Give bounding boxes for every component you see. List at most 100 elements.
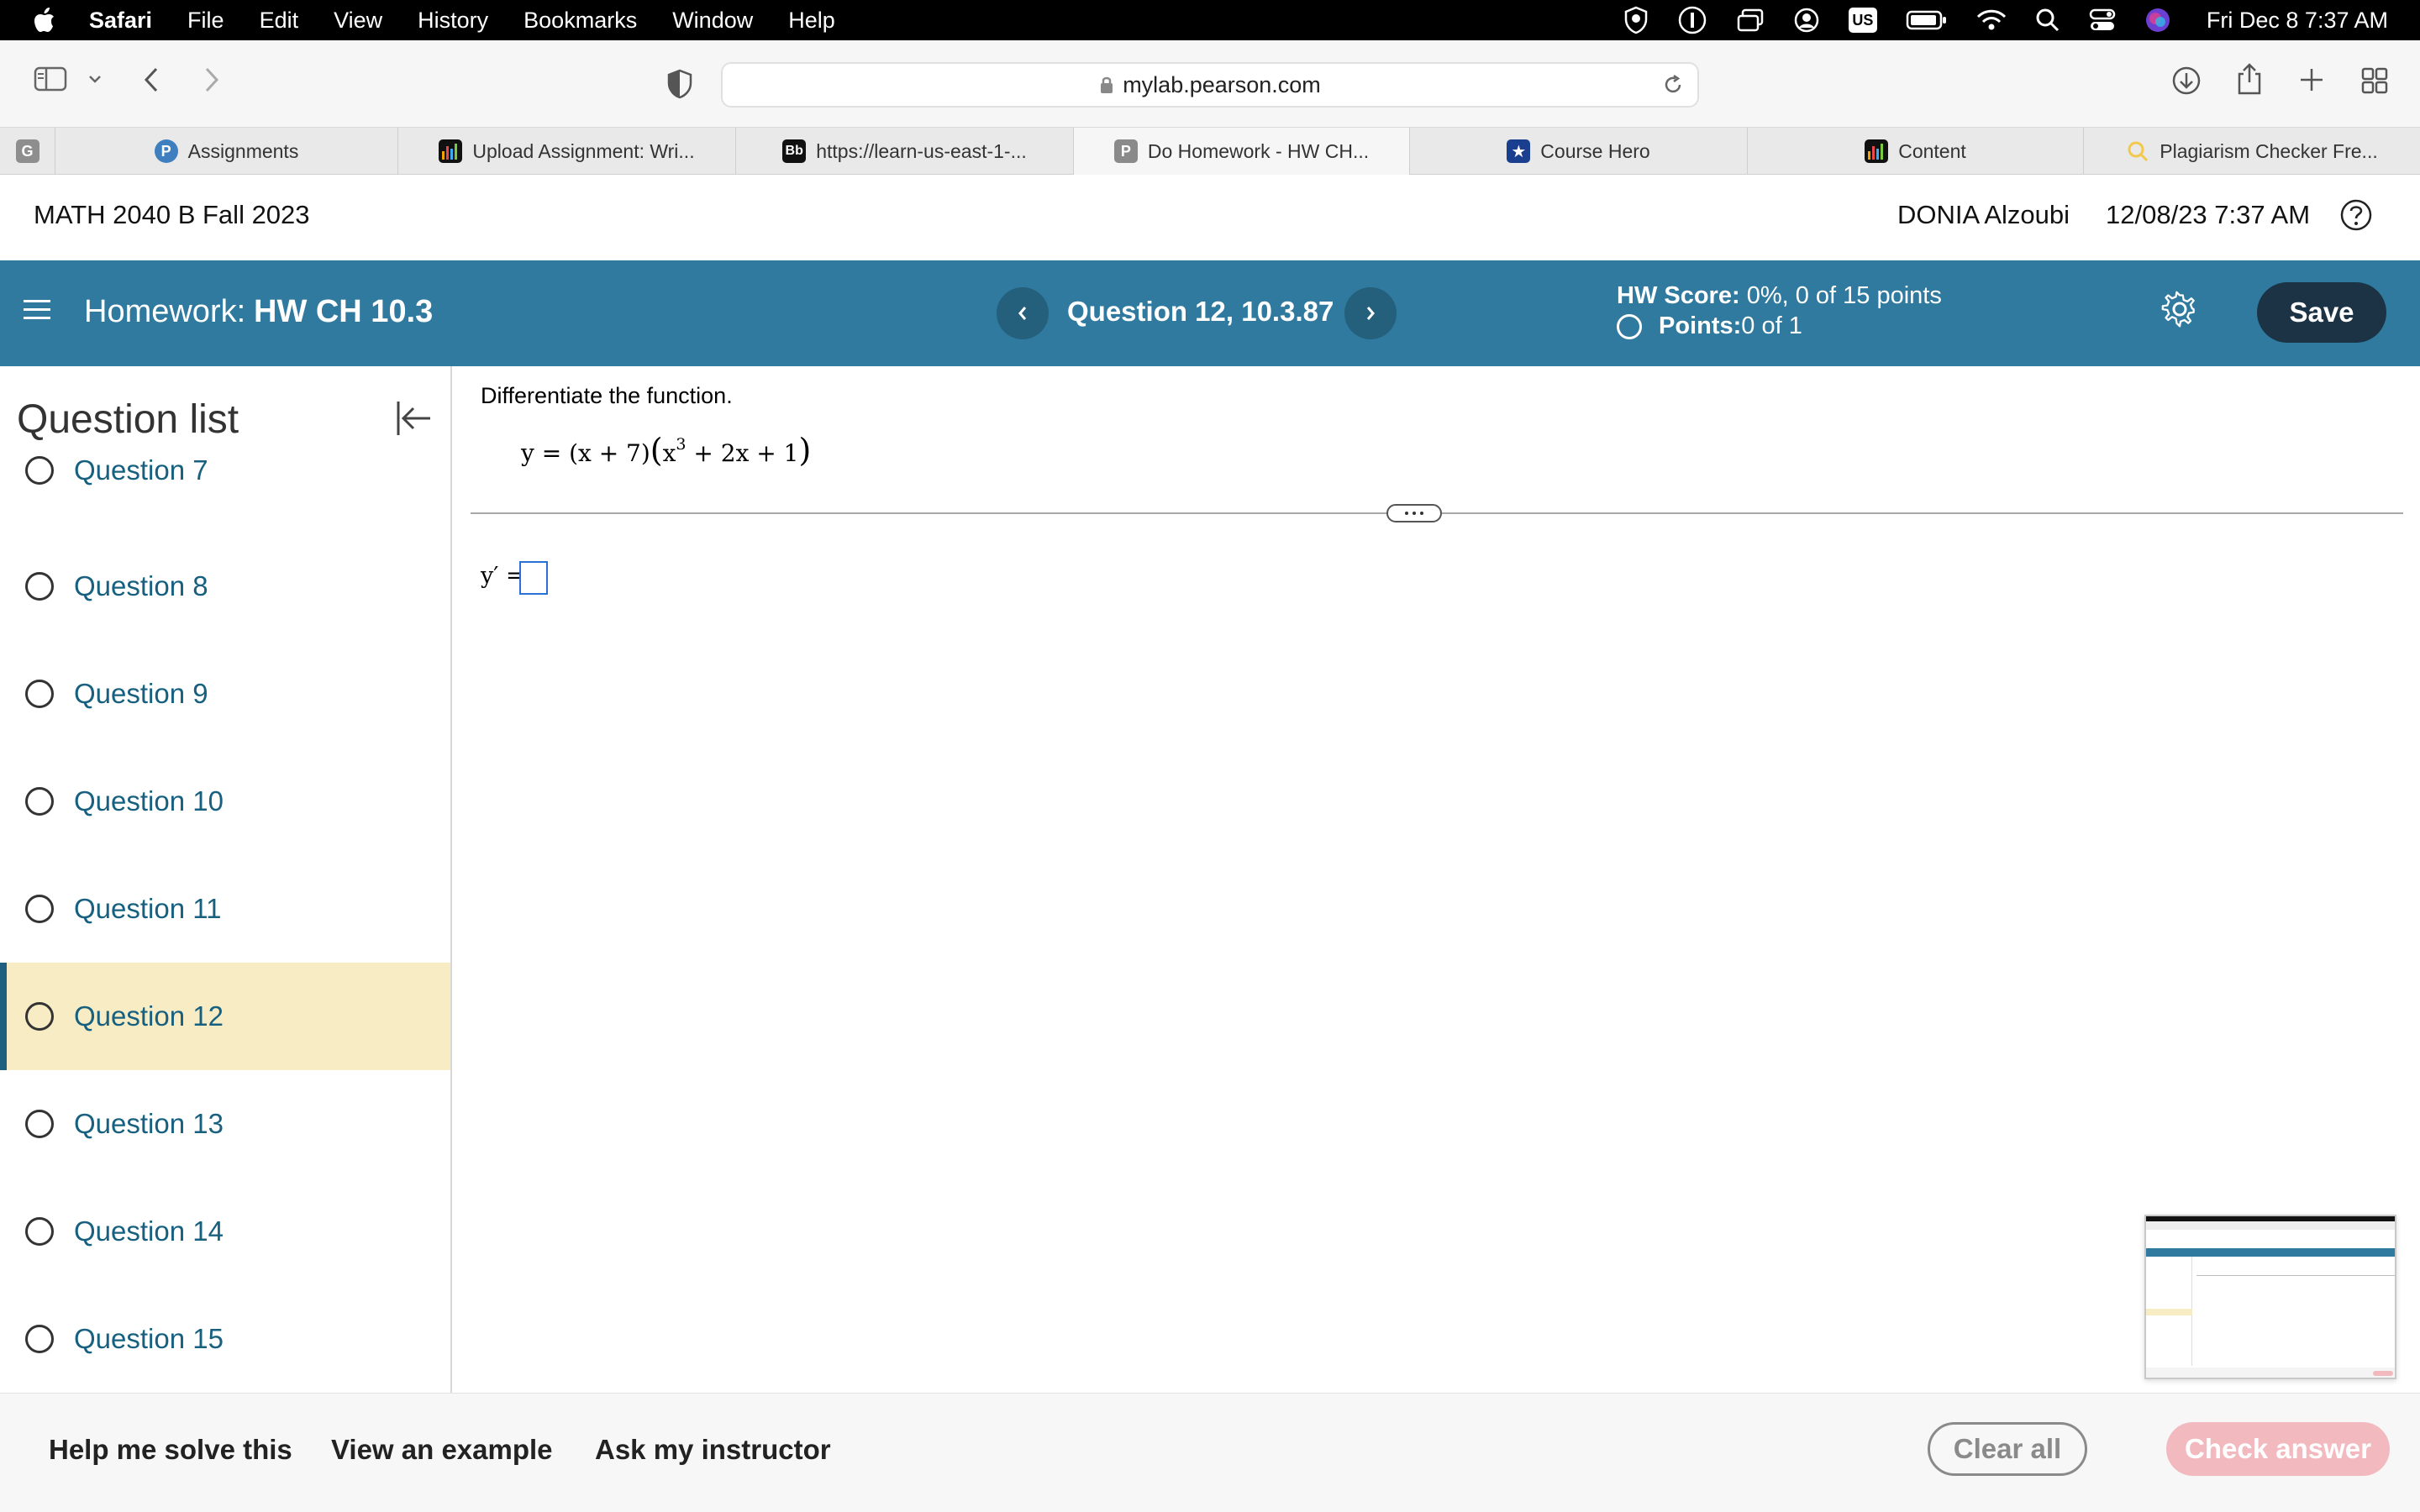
tab-assignments[interactable]: P Assignments (55, 128, 398, 175)
siri-icon[interactable] (2144, 7, 2171, 34)
question-item-10[interactable]: Question 10 (0, 748, 450, 855)
homework-name: HW CH 10.3 (254, 294, 434, 329)
menu-help[interactable]: Help (788, 8, 835, 34)
tab-upload-assignment[interactable]: Upload Assignment: Wri... (398, 128, 736, 175)
privacy-shield-icon[interactable] (667, 69, 692, 99)
equation-open-paren: ( (650, 432, 663, 469)
url-text: mylab.pearson.com (1123, 71, 1321, 97)
help-question-icon[interactable] (2339, 198, 2373, 236)
next-question-button[interactable] (1344, 287, 1397, 339)
homework-bar: Homework: HW CH 10.3 Question 12, 10.3.8… (0, 260, 2420, 366)
menu-app-safari[interactable]: Safari (89, 8, 152, 34)
question-item-13[interactable]: Question 13 (0, 1070, 450, 1178)
question-item-8[interactable]: Question 8 (0, 533, 450, 640)
points-value: 0 of 1 (1741, 312, 1802, 339)
check-answer-button[interactable]: Check answer (2166, 1422, 2390, 1476)
question-status-circle-icon (25, 456, 54, 485)
battery-icon[interactable] (1906, 9, 1948, 31)
one-password-icon[interactable] (1677, 5, 1707, 35)
course-title[interactable]: MATH 2040 B Fall 2023 (34, 200, 310, 230)
user-account-icon[interactable] (1793, 7, 1820, 34)
question-status-circle-icon (25, 1217, 54, 1246)
macos-menubar: Safari File Edit View History Bookmarks … (0, 0, 2420, 40)
wifi-icon[interactable] (1976, 8, 2007, 32)
user-name: DONIA Alzoubi (1897, 200, 2070, 229)
forward-arrow-icon[interactable] (202, 66, 222, 94)
question-item-label: Question 11 (74, 893, 222, 924)
question-status-circle-icon (25, 895, 54, 923)
menu-file[interactable]: File (187, 8, 224, 34)
answer-input-box[interactable] (519, 561, 548, 595)
settings-gear-icon[interactable] (2161, 291, 2198, 332)
address-bar[interactable]: mylab.pearson.com (721, 62, 1699, 108)
downloads-icon[interactable] (2171, 66, 2202, 96)
spotlight-search-icon[interactable] (2035, 8, 2060, 33)
question-item-label: Question 9 (74, 678, 208, 709)
input-source-badge[interactable]: US (1848, 8, 1877, 33)
ask-instructor-button[interactable]: Ask my instructor (595, 1434, 831, 1466)
collapse-sidebar-icon[interactable] (393, 398, 434, 443)
save-button[interactable]: Save (2257, 282, 2386, 343)
screen-mirroring-icon[interactable] (1736, 8, 1765, 33)
tab-overview-icon[interactable] (2361, 67, 2388, 94)
tab-do-homework[interactable]: P Do Homework - HW CH... (1074, 128, 1410, 175)
menu-edit[interactable]: Edit (260, 8, 299, 34)
points-status: Points: 0 of 1 (1617, 312, 1802, 340)
menu-window[interactable]: Window (672, 8, 753, 34)
course-hero-favicon-icon: ★ (1507, 139, 1531, 163)
chevron-left-icon (1018, 307, 1027, 320)
question-item-12-current[interactable]: Question 12 (0, 963, 450, 1070)
hw-score-label: HW Score: (1617, 282, 1740, 309)
chevron-down-icon[interactable] (87, 72, 103, 86)
view-example-button[interactable]: View an example (331, 1434, 553, 1466)
sidebar-toggle-icon[interactable] (34, 66, 67, 92)
question-item-15[interactable]: Question 15 (0, 1285, 450, 1393)
question-instruction: Differentiate the function. (481, 383, 733, 408)
menubar-clock[interactable]: Fri Dec 8 7:37 AM (2207, 8, 2388, 34)
question-item-11[interactable]: Question 11 (0, 855, 450, 963)
equation-exponent: 3 (676, 434, 687, 454)
new-tab-plus-icon[interactable] (2299, 67, 2324, 92)
magnifier-favicon-icon (2126, 139, 2149, 163)
hamburger-menu-icon[interactable] (24, 297, 50, 327)
tab-label: Do Homework - HW CH... (1147, 139, 1370, 162)
question-item-label: Question 15 (74, 1323, 224, 1354)
google-favicon-icon: G (15, 139, 39, 163)
apple-icon[interactable] (34, 0, 67, 40)
reload-icon[interactable] (1662, 74, 1684, 96)
tab-content[interactable]: Content (1748, 128, 2084, 175)
question-list-title: Question list (17, 396, 387, 443)
previous-question-button[interactable] (997, 287, 1049, 339)
tab-course-hero[interactable]: ★ Course Hero (1410, 128, 1748, 175)
screen-preview-thumbnail[interactable] (2144, 1215, 2396, 1379)
answer-label: y′ = (481, 563, 525, 589)
divider-drag-handle[interactable] (1386, 504, 1442, 522)
question-item-9[interactable]: Question 9 (0, 640, 450, 748)
tab-blackboard[interactable]: Bb https://learn-us-east-1-... (736, 128, 1074, 175)
question-item-14[interactable]: Question 14 (0, 1178, 450, 1285)
tab-plagiarism-checker[interactable]: Plagiarism Checker Fre... (2084, 128, 2420, 175)
pearson-favicon-icon: P (1113, 139, 1138, 163)
menu-history[interactable]: History (418, 8, 488, 34)
back-arrow-icon[interactable] (141, 66, 161, 94)
course-header: MATH 2040 B Fall 2023 DONIA Alzoubi 12/0… (0, 175, 2420, 260)
help-me-solve-button[interactable]: Help me solve this (49, 1434, 292, 1466)
date-time: 12/08/23 7:37 AM (2106, 200, 2311, 229)
control-center-icon[interactable] (2089, 8, 2116, 32)
pearson-favicon-icon: P (154, 139, 178, 163)
hw-score: HW Score: 0%, 0 of 15 points (1617, 282, 1942, 310)
question-item-label: Question 12 (74, 1000, 224, 1032)
tab-google[interactable]: G (0, 128, 55, 175)
menu-view[interactable]: View (334, 8, 382, 34)
clear-all-button[interactable]: Clear all (1928, 1422, 2087, 1476)
question-status-circle-icon (25, 572, 54, 601)
share-icon[interactable] (2237, 62, 2262, 96)
question-status-circle-icon (25, 680, 54, 708)
bar-chart-favicon-icon (1865, 139, 1889, 163)
question-list-sidebar: Question list Question 7 Question 8 Ques… (0, 366, 452, 1393)
menu-bookmarks[interactable]: Bookmarks (523, 8, 637, 34)
equation-base: x (662, 439, 676, 467)
location-shield-icon[interactable] (1623, 6, 1649, 34)
browser-tab-bar: G P Assignments Upload Assignment: Wri..… (0, 128, 2420, 175)
chevron-right-icon (1366, 307, 1375, 320)
